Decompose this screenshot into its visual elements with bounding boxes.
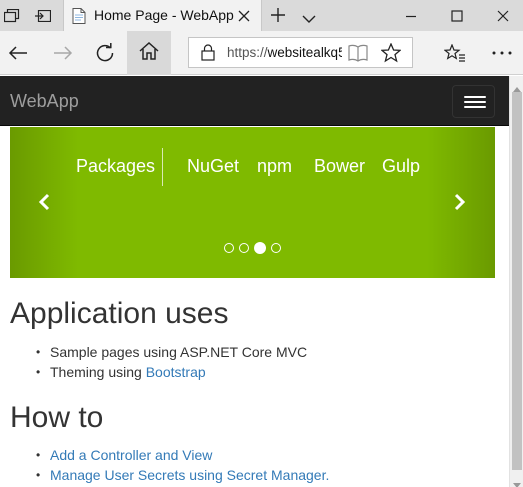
close-window-icon[interactable] <box>494 7 512 25</box>
carousel-indicator[interactable] <box>224 243 234 253</box>
list-item: Sample pages using ASP.NET Core MVC <box>10 342 307 362</box>
carousel-item-nuget[interactable]: NuGet <box>187 156 239 177</box>
section-heading: Application uses <box>10 297 229 330</box>
scroll-down-icon[interactable] <box>513 476 521 487</box>
book-icon[interactable] <box>348 44 368 67</box>
url-host: websitealkq5 <box>267 45 342 60</box>
url-scheme: https:// <box>227 45 268 60</box>
list-item-text: Theming using <box>50 364 146 380</box>
page-icon <box>72 8 86 29</box>
carousel-item-npm[interactable]: npm <box>257 156 292 177</box>
carousel-item-bower[interactable]: Bower <box>314 156 365 177</box>
show-tab-previews-icon[interactable] <box>34 8 52 24</box>
back-arrow-icon[interactable] <box>6 41 30 65</box>
page-viewport: WebApp Packages NuGet npm Bower Gulp App… <box>0 76 509 487</box>
hub-star-icon[interactable] <box>443 41 467 65</box>
tab-title: Home Page - WebApp <box>94 7 234 23</box>
maximize-icon[interactable] <box>448 7 466 25</box>
section-list: Sample pages using ASP.NET Core MVC Them… <box>10 342 307 382</box>
list-item: Theming using Bootstrap <box>10 362 307 382</box>
carousel-next-icon[interactable] <box>454 193 466 216</box>
app-navbar: WebApp <box>0 76 509 126</box>
navbar-toggle-button[interactable] <box>452 85 495 118</box>
carousel-prev-icon[interactable] <box>38 193 50 216</box>
set-tabs-aside-icon[interactable] <box>3 8 21 24</box>
lock-icon[interactable] <box>201 44 215 66</box>
star-icon[interactable] <box>380 42 402 68</box>
home-icon <box>139 41 159 65</box>
browser-tab-strip: Home Page - WebApp <box>0 0 523 31</box>
section-list: Add a Controller and View Manage User Se… <box>10 445 329 485</box>
browser-tab-active[interactable]: Home Page - WebApp <box>63 0 262 31</box>
close-icon[interactable] <box>238 9 250 27</box>
refresh-icon[interactable] <box>93 41 117 65</box>
minimize-icon[interactable] <box>402 7 420 25</box>
plus-icon[interactable] <box>270 7 286 28</box>
forward-arrow-icon <box>51 41 75 65</box>
chevron-down-icon[interactable] <box>302 11 316 29</box>
carousel-caption: Packages NuGet npm Bower Gulp <box>10 156 495 186</box>
scrollbar-thumb[interactable] <box>512 92 522 470</box>
bootstrap-link[interactable]: Bootstrap <box>146 364 206 380</box>
list-item: Manage User Secrets using Secret Manager… <box>10 465 329 485</box>
carousel: Packages NuGet npm Bower Gulp <box>10 127 495 278</box>
list-item-text: Sample pages using ASP.NET Core MVC <box>50 344 308 360</box>
carousel-indicator[interactable] <box>239 243 249 253</box>
carousel-indicator[interactable] <box>271 243 281 253</box>
address-bar[interactable]: https://websitealkq5 <box>188 37 413 68</box>
vertical-scrollbar[interactable] <box>509 76 523 487</box>
add-controller-link[interactable]: Add a Controller and View <box>50 447 212 463</box>
browser-toolbar: https://websitealkq5 <box>0 31 523 75</box>
carousel-divider <box>162 148 163 186</box>
section-heading: How to <box>10 401 104 434</box>
carousel-indicator-active[interactable] <box>254 242 266 254</box>
address-url[interactable]: https://websitealkq5 <box>227 45 342 60</box>
ellipsis-icon[interactable] <box>490 41 514 65</box>
manage-secrets-link[interactable]: Manage User Secrets using Secret Manager… <box>50 467 329 483</box>
list-item: Add a Controller and View <box>10 445 329 465</box>
carousel-item-gulp[interactable]: Gulp <box>382 156 420 177</box>
brand-link[interactable]: WebApp <box>10 91 79 112</box>
home-button[interactable] <box>127 31 171 75</box>
carousel-item-packages[interactable]: Packages <box>76 156 155 177</box>
